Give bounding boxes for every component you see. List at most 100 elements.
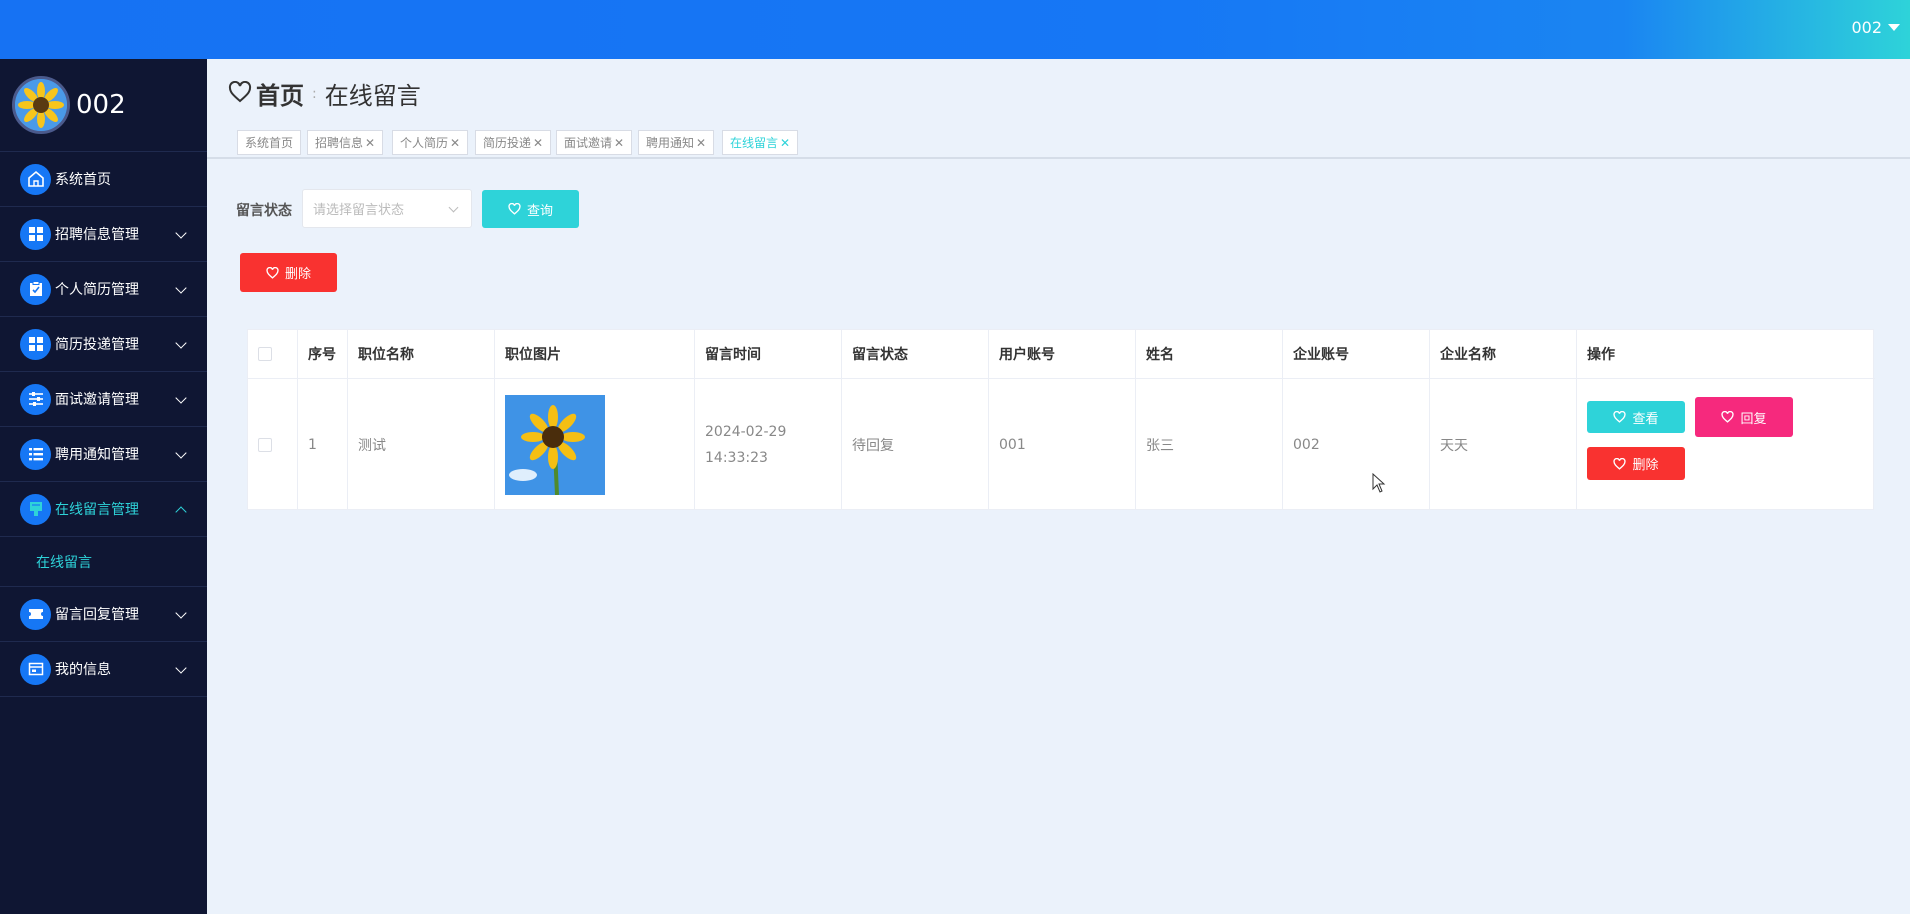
- column-header: 留言时间: [695, 330, 842, 379]
- sliders-icon: [20, 383, 51, 415]
- status-select[interactable]: 请选择留言状态: [302, 189, 472, 228]
- tags-bar: 系统首页 招聘信息 ✕ 个人简历 ✕ 简历投递 ✕ 面试邀请 ✕ 聘用通知 ✕ 在线留言 ✕: [207, 126, 1910, 159]
- delete-button-label: 删除: [1632, 458, 1659, 473]
- sidebar-item-label: 个人简历管理: [55, 282, 139, 298]
- sidebar-item-my-info[interactable]: 我的信息: [0, 642, 207, 697]
- sidebar-item-messages[interactable]: 在线留言管理: [0, 482, 207, 537]
- cell-company-name: 天天: [1430, 379, 1577, 510]
- close-icon[interactable]: ✕: [450, 136, 460, 150]
- sidebar-subitem-online-message[interactable]: 在线留言: [0, 537, 207, 587]
- cell-status: 待回复: [842, 379, 989, 510]
- caret-down-icon: [1888, 24, 1900, 31]
- heart-icon: [1613, 457, 1627, 470]
- cell-company-account: 002: [1283, 379, 1430, 510]
- query-button[interactable]: 查询: [482, 190, 579, 228]
- mouse-cursor-icon: [1372, 472, 1386, 497]
- sidebar: 002 系统首页 招聘信息管理 个人简历管理 简历投递管理 面试邀请管理 聘用通…: [0, 59, 207, 914]
- cell-name: 张三: [1136, 379, 1283, 510]
- sidebar-item-resume[interactable]: 个人简历管理: [0, 262, 207, 317]
- heart-icon: [266, 266, 279, 279]
- view-button[interactable]: 查看: [1587, 401, 1685, 433]
- select-all-checkbox[interactable]: [258, 347, 272, 361]
- sidebar-item-offer[interactable]: 聘用通知管理: [0, 427, 207, 482]
- tag-interview[interactable]: 面试邀请 ✕: [556, 130, 633, 155]
- job-image[interactable]: [505, 394, 605, 495]
- delete-button[interactable]: 删除: [1587, 447, 1685, 480]
- chevron-down-icon: [448, 202, 459, 213]
- sidebar-item-label: 留言回复管理: [55, 607, 139, 623]
- tag-online-message[interactable]: 在线留言 ✕: [722, 130, 799, 155]
- grid-icon: [20, 328, 51, 360]
- chevron-down-icon: [175, 392, 187, 404]
- sidebar-item-interview[interactable]: 面试邀请管理: [0, 372, 207, 427]
- close-icon[interactable]: ✕: [780, 136, 790, 150]
- heart-icon: [1721, 411, 1735, 423]
- tag-label: 简历投递: [483, 136, 532, 150]
- home-icon: [20, 163, 51, 195]
- tag-resume[interactable]: 个人简历 ✕: [392, 130, 469, 155]
- breadcrumb-current: 在线留言: [324, 82, 421, 110]
- sidebar-item-recruitment[interactable]: 招聘信息管理: [0, 207, 207, 262]
- sidebar-item-label: 我的信息: [55, 662, 111, 678]
- sidebar-item-delivery[interactable]: 简历投递管理: [0, 317, 207, 372]
- heart-icon: [508, 203, 521, 215]
- reply-button-label: 回复: [1740, 411, 1767, 427]
- close-icon[interactable]: ✕: [614, 136, 624, 150]
- tag-label: 面试邀请: [564, 136, 613, 150]
- view-button-label: 查看: [1632, 411, 1659, 427]
- batch-delete-button[interactable]: 删除: [240, 253, 337, 292]
- breadcrumb: 首页 : 在线留言: [228, 76, 421, 111]
- sidebar-item-replies[interactable]: 留言回复管理: [0, 587, 207, 642]
- column-header: 企业名称: [1430, 330, 1577, 379]
- close-icon[interactable]: ✕: [365, 136, 375, 150]
- grid-icon: [20, 218, 51, 250]
- tag-label: 系统首页: [245, 136, 294, 150]
- query-button-label: 查询: [526, 203, 553, 219]
- sidebar-item-label: 聘用通知管理: [55, 447, 139, 463]
- column-header: 企业账号: [1283, 330, 1430, 379]
- chevron-down-icon: [175, 447, 187, 459]
- clipboard-icon: [20, 273, 51, 305]
- column-header: 留言状态: [842, 330, 989, 379]
- cell-job-image: [495, 379, 695, 510]
- user-menu[interactable]: 002: [1851, 18, 1900, 37]
- heart-icon: [228, 80, 252, 107]
- sidebar-item-label: 在线留言管理: [55, 502, 139, 518]
- select-all-cell: [248, 330, 298, 379]
- tag-recruitment[interactable]: 招聘信息 ✕: [307, 130, 384, 155]
- card-icon: [20, 653, 51, 685]
- sidebar-item-label: 招聘信息管理: [55, 227, 139, 243]
- profile: 002: [0, 59, 207, 152]
- chevron-up-icon: [175, 506, 187, 518]
- sidebar-item-label: 面试邀请管理: [55, 392, 139, 408]
- tag-offer[interactable]: 聘用通知 ✕: [638, 130, 715, 155]
- tag-label: 个人简历: [400, 136, 449, 150]
- message-icon: [20, 493, 51, 525]
- breadcrumb-home[interactable]: 首页: [256, 76, 304, 111]
- top-bar: 002: [0, 0, 1910, 59]
- list-icon: [20, 438, 51, 470]
- status-filter-label: 留言状态: [236, 203, 292, 219]
- chevron-down-icon: [175, 227, 187, 239]
- close-icon[interactable]: ✕: [533, 136, 543, 150]
- cell-job-name: 测试: [348, 379, 495, 510]
- cell-user-account: 001: [989, 379, 1136, 510]
- tag-label: 招聘信息: [315, 136, 364, 150]
- close-icon[interactable]: ✕: [696, 136, 706, 150]
- user-name: 002: [1851, 18, 1882, 37]
- column-header: 序号: [298, 330, 348, 379]
- column-header: 姓名: [1136, 330, 1283, 379]
- reply-button[interactable]: 回复: [1695, 397, 1793, 437]
- row-select-cell: [248, 379, 298, 510]
- sidebar-item-label: 简历投递管理: [55, 337, 139, 353]
- tag-delivery[interactable]: 简历投递 ✕: [475, 130, 552, 155]
- messages-table: 序号 职位名称 职位图片 留言时间 留言状态 用户账号 姓名 企业账号 企业名称…: [247, 329, 1875, 510]
- column-header: 职位名称: [348, 330, 495, 379]
- tag-home[interactable]: 系统首页: [237, 130, 302, 155]
- sidebar-item-home[interactable]: 系统首页: [0, 152, 207, 207]
- row-checkbox[interactable]: [258, 437, 272, 452]
- status-select-placeholder: 请选择留言状态: [313, 203, 405, 218]
- profile-name: 002: [76, 90, 126, 120]
- avatar: [12, 76, 70, 134]
- breadcrumb-separator: :: [312, 85, 317, 102]
